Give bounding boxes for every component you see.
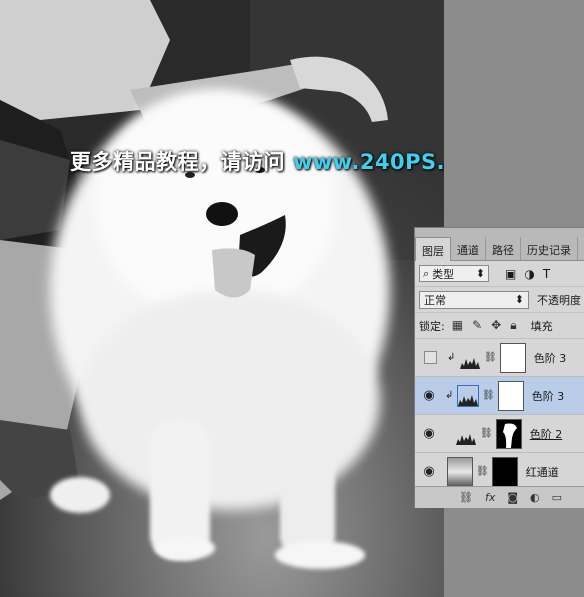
layer-name[interactable]: 色阶 2	[530, 426, 563, 442]
clip-arrow-icon: ↲	[447, 352, 456, 363]
watermark-text: 更多精品教程，请访问	[70, 150, 285, 174]
layer-kind-filter[interactable]: ⌕ 类型 ⬍	[419, 265, 489, 282]
tab-paths[interactable]: 路径	[486, 237, 521, 260]
layer-mask-thumbnail[interactable]	[491, 456, 518, 487]
tab-history[interactable]: 历史记录	[521, 237, 578, 260]
layer-row[interactable]: ◉ ⛓ 色阶 2	[415, 415, 584, 453]
lock-label: 锁定:	[419, 319, 445, 333]
link-icon[interactable]: ⛓	[459, 491, 473, 504]
adjustment-filter-icon[interactable]: ◑	[524, 267, 534, 281]
document-canvas[interactable]: 更多精品教程，请访问 www.240PS.com	[0, 0, 444, 597]
watermark: 更多精品教程，请访问 www.240PS.com	[70, 146, 444, 176]
layer-mask-thumbnail[interactable]	[495, 418, 522, 449]
lock-row: 锁定: ▦ ✎ ✥ 🔒︎ 填充	[415, 313, 584, 339]
layer-name[interactable]: 红通道	[526, 464, 559, 480]
blend-row: 正常 ⬍ 不透明度	[415, 287, 584, 313]
eye-icon[interactable]: ◉	[415, 464, 443, 479]
lock-icons: ▦ ✎ ✥ 🔒︎	[452, 318, 517, 333]
levels-adjustment-icon	[457, 384, 479, 407]
layer-name[interactable]: 色阶 3	[532, 388, 565, 404]
link-icon[interactable]: ⛓	[476, 466, 489, 477]
panel-tabs: 图层 通道 路径 历史记录	[415, 228, 584, 261]
link-icon[interactable]: ⛓	[482, 390, 495, 401]
chevron-updown-icon: ⬍	[514, 293, 524, 306]
layer-thumbnail	[447, 456, 473, 487]
visibility-toggle[interactable]	[424, 351, 437, 364]
lock-move-icon[interactable]: ✥	[491, 318, 501, 333]
filter-icons: ▣ ◑ T	[505, 267, 550, 281]
opacity-label: 不透明度	[537, 293, 581, 307]
filter-row: ⌕ 类型 ⬍ ▣ ◑ T	[415, 261, 584, 287]
dog-photo	[0, 0, 444, 597]
layer-mask-thumbnail[interactable]	[499, 342, 526, 373]
layer-name[interactable]: 色阶 3	[534, 350, 567, 366]
blend-mode-value: 正常	[424, 293, 446, 307]
eye-icon[interactable]: ◉	[415, 426, 443, 441]
add-mask-icon[interactable]: ◙	[507, 491, 518, 504]
clip-arrow-icon: ↲	[445, 390, 454, 401]
panel-footer: ⛓ fx ◙ ◐ ▭	[415, 486, 584, 508]
lock-paint-icon[interactable]: ✎	[472, 318, 482, 333]
text-filter-icon[interactable]: T	[543, 267, 550, 281]
chevron-updown-icon: ⬍	[475, 267, 485, 280]
image-filter-icon[interactable]: ▣	[505, 267, 516, 281]
link-icon[interactable]: ⛓	[480, 428, 493, 439]
filter-kind-label: 类型	[432, 267, 455, 281]
search-icon: ⌕	[423, 266, 430, 280]
eye-icon[interactable]: ◉	[415, 388, 443, 403]
link-icon[interactable]: ⛓	[484, 352, 497, 363]
levels-adjustment-icon	[455, 423, 477, 445]
adjustment-icon[interactable]: ◐	[530, 491, 540, 504]
layer-mask-thumbnail[interactable]	[497, 380, 524, 411]
tab-channels[interactable]: 通道	[451, 237, 486, 260]
lock-transparent-icon[interactable]: ▦	[452, 318, 463, 333]
folder-icon[interactable]: ▭	[552, 491, 562, 504]
lock-all-icon[interactable]: 🔒︎	[510, 318, 516, 333]
fill-label: 填充	[530, 319, 553, 333]
layer-row[interactable]: ↲ ⛓ 色阶 3	[415, 339, 584, 377]
layers-panel: 图层 通道 路径 历史记录 ⌕ 类型 ⬍ ▣ ◑ T 正常 ⬍ 不透明度 锁定:…	[414, 227, 584, 508]
watermark-url: www.240PS.com	[293, 150, 444, 174]
blend-mode-select[interactable]: 正常 ⬍	[419, 290, 529, 309]
levels-adjustment-icon	[459, 347, 481, 369]
tab-layers[interactable]: 图层	[415, 237, 451, 261]
fx-icon[interactable]: fx	[485, 491, 495, 504]
layer-row-selected[interactable]: ◉ ↲ ⛓ 色阶 3	[415, 377, 584, 415]
